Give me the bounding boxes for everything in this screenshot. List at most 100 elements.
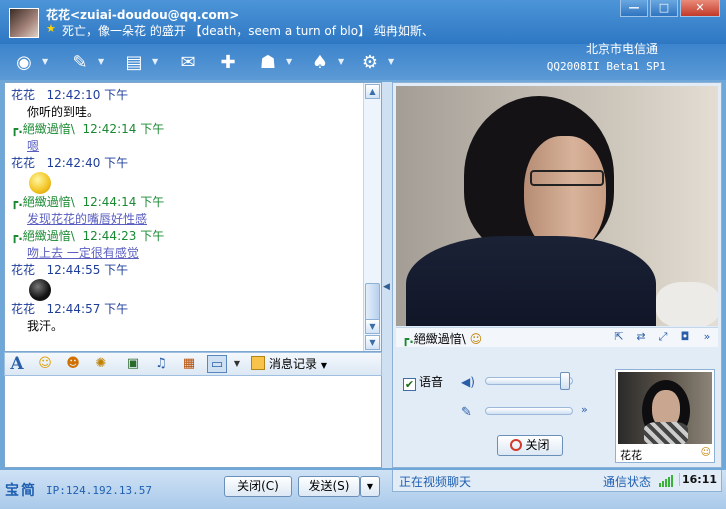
remote-user-label: ┏.絕緻過愔\ ☺ [402,332,483,346]
send-mail-icon: ✉ [180,51,196,73]
message-text: 吻上去 一定很有感觉 [27,246,139,260]
ip-address: IP:124.192.13.57 [46,484,152,497]
message-header: 花花 12:44:57 下午 [11,302,129,316]
message-input[interactable] [4,376,382,468]
fullscreen-icon[interactable]: ⤢ [656,330,670,344]
video-controls: ⇱ ⇄ ⤢ ◘ » [612,330,714,344]
gift-icon[interactable]: ▦ [179,355,199,373]
history-icon [251,356,265,370]
close-window-button[interactable]: ✕ [680,0,720,17]
remote-video-bar: ┏.絕緻過愔\ ☺ ⇱ ⇄ ⤢ ◘ » [396,327,718,347]
image-icon[interactable]: ▣ [123,355,143,373]
chevron-down-icon[interactable]: ▼ [338,57,344,66]
stop-icon [510,439,523,451]
magic-emoticon-icon[interactable]: ☻ [63,355,83,373]
camera-snapshot-icon[interactable]: ◘ [678,330,692,344]
screenshot-icon[interactable]: ▭ [207,355,227,373]
maximize-button[interactable]: □ [650,0,678,17]
black-face-emoji [29,279,51,301]
video-call-button[interactable]: ◉ ▼ [8,47,52,77]
add-app-button[interactable]: ✚ [212,47,256,77]
smile-icon: ☺ [700,447,711,458]
emoticon-icon[interactable]: ☺ [35,355,55,373]
chevron-down-icon[interactable]: ▼ [227,355,247,373]
local-video: 花花 ☺ [615,369,715,463]
scroll-down-button[interactable]: ▼ [365,319,380,334]
video-call-icon: ◉ [16,51,32,73]
send-file-icon: ▤ [125,51,143,73]
speaker-volume-slider[interactable] [485,372,573,390]
chevron-down-icon[interactable]: ▼ [388,57,394,66]
chat-history[interactable]: 花花 12:42:10 下午 你听的到哇。 ┏.絕緻過愔\ 12:42:14 下… [4,82,382,352]
title-bar: 花花<zuiai-doudou@qq.com> ★ 死亡，像一朵花 的盛开 【d… [0,0,726,44]
games-icon: ♠ [311,51,329,73]
star-icon: ★ [46,22,56,35]
message-header: ┏.絕緻過愔\ 12:44:14 下午 [11,195,165,209]
message-history-button[interactable]: 消息记录 ▼ [251,355,327,374]
chevron-down-icon[interactable]: ▼ [42,57,48,66]
contact-name: 花花<zuiai-doudou@qq.com> [46,8,240,22]
message-header: ┏.絕緻過愔\ 12:42:14 下午 [11,122,165,136]
send-mail-button[interactable]: ✉ [172,47,216,77]
window-controls: — □ ✕ [620,0,720,17]
scroll-end-button[interactable]: ▼ [365,335,380,350]
send-file-button[interactable]: ▤ ▼ [118,47,162,77]
network-status-label: 通信状态 [603,475,652,489]
stop-video-button[interactable]: 关闭 [497,435,563,456]
chat-scrollbar[interactable]: ▲ ▼ ▼ [363,83,381,351]
send-button[interactable]: 发送(S) [298,476,360,497]
expand-arrow-icon[interactable]: » [581,403,588,416]
scroll-up-button[interactable]: ▲ [365,84,380,99]
swap-icon[interactable]: ⇄ [634,330,648,344]
message-text: 我汗。 [27,319,64,333]
microphone-icon: ✎ [461,405,472,420]
voice-call-icon: ✎ [72,51,88,73]
group-icon: ☗ [259,51,277,73]
message-text: 你听的到哇。 [27,105,100,119]
yellow-face-emoji [29,172,51,194]
speaker-icon: ◀) [461,375,475,389]
games-button[interactable]: ♠ ▼ [304,47,348,77]
minimize-button[interactable]: — [620,0,648,17]
remote-video [396,86,718,326]
message-text: 发现花花的嘴唇好性感 [27,212,148,226]
voice-call-button[interactable]: ✎ ▼ [64,47,108,77]
video-status-bar: 正在视频聊天 通信状态 16:11 [392,470,722,492]
chevron-down-icon[interactable]: ▼ [152,57,158,66]
voice-toggle[interactable]: ✔ 语音 [403,373,443,391]
slider-handle[interactable] [560,372,570,390]
music-icon[interactable]: ♫ [151,355,171,373]
signal-icon [659,475,673,487]
local-user-label: 花花 [620,449,642,462]
shake-icon[interactable]: ✺ [91,355,111,373]
popout-icon[interactable]: ⇱ [612,330,626,344]
chat-messages: 花花 12:42:10 下午 你听的到哇。 ┏.絕緻過愔\ 12:42:14 下… [5,83,363,351]
voice-checkbox[interactable]: ✔ [403,378,416,391]
video-status: 正在视频聊天 [399,475,472,489]
add-app-icon: ✚ [220,51,236,73]
group-button[interactable]: ☗ ▼ [252,47,296,77]
contact-avatar[interactable] [9,8,39,38]
message-header: 花花 12:44:55 下午 [11,263,129,277]
settings-button[interactable]: ⚙ ▼ [354,47,398,77]
format-toolbar: A ☺ ☻ ✺ ▣ ♫ ▦ ▭ ▼ 消息记录 ▼ [4,352,382,376]
more-icon[interactable]: » [700,330,714,344]
panel-splitter[interactable]: ◀ [382,82,392,468]
message-header: 花花 12:42:10 下午 [11,88,129,102]
contact-signature: 死亡，像一朵花 的盛开 【death，seem a turn of blo】 纯… [62,24,434,38]
font-button[interactable]: A [7,355,27,373]
clock: 16:11 [679,473,719,486]
message-header: ┏.絕緻過愔\ 12:44:23 下午 [11,229,165,243]
collapse-arrow-icon[interactable]: ◀ [383,282,390,292]
video-panel: ┏.絕緻過愔\ ☺ ⇱ ⇄ ⤢ ◘ » ✔ 语音 ◀) ✎ » 关闭 花花 ☺ [392,82,722,468]
microphone-volume-slider[interactable] [485,407,573,415]
isp-label: 北京市电信通 [585,42,658,56]
settings-icon: ⚙ [361,51,379,73]
send-options-button[interactable]: ▼ [360,476,380,497]
brand-logo: 宝简 [5,483,37,499]
message-header: 花花 12:42:40 下午 [11,156,129,170]
message-text: 嗯 [27,139,40,153]
close-button[interactable]: 关闭(C) [224,476,292,497]
chevron-down-icon[interactable]: ▼ [286,57,292,66]
chevron-down-icon[interactable]: ▼ [98,57,104,66]
